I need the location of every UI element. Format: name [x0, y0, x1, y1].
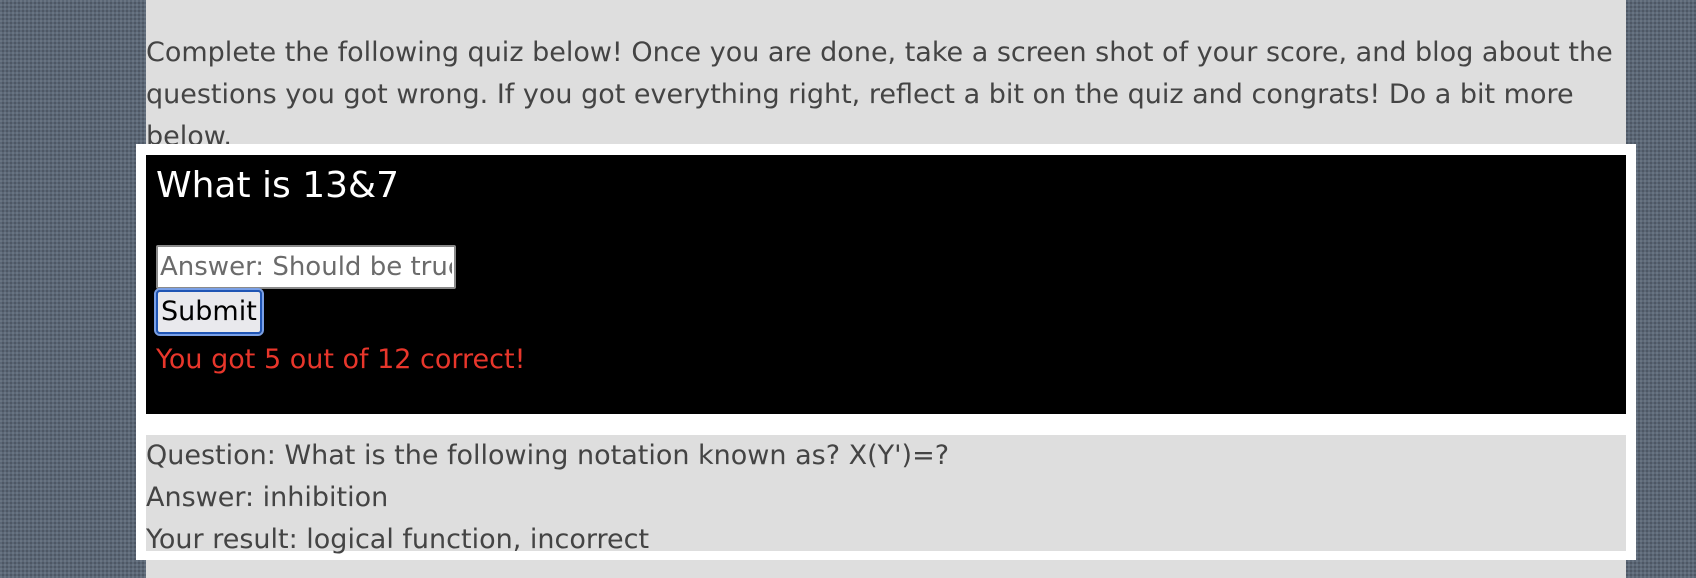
quiz-box: What is 13&7 Submit You got 5 out of 12 …: [146, 155, 1626, 414]
quiz-instructions: Complete the following quiz below! Once …: [146, 37, 1613, 152]
submit-button[interactable]: Submit: [154, 288, 264, 336]
next-panel-edge: [146, 561, 1626, 578]
score-message: You got 5 out of 12 correct!: [156, 344, 526, 375]
result-your-result: Your result: logical function, incorrect: [146, 524, 650, 555]
result-answer: Answer: inhibition: [146, 482, 389, 513]
result-question: Question: What is the following notation…: [146, 440, 950, 471]
answer-input[interactable]: [156, 245, 456, 289]
result-entry: Question: What is the following notation…: [146, 435, 1626, 555]
quiz-question: What is 13&7: [156, 165, 400, 206]
